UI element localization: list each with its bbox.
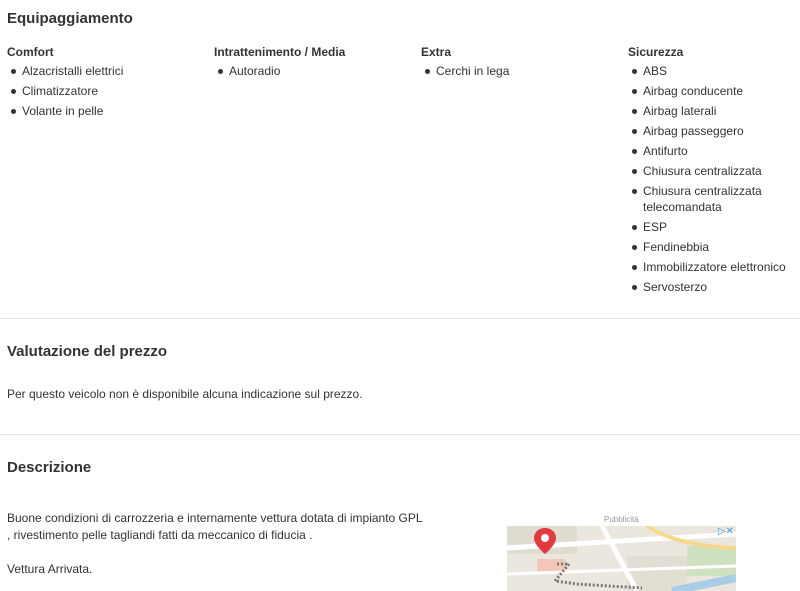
list-item: Autoradio: [214, 63, 414, 79]
safety-column: Sicurezza ABS Airbag conducente Airbag l…: [628, 45, 796, 299]
map-image: [507, 526, 736, 591]
price-text: Per questo veicolo non è disponibile alc…: [7, 387, 363, 401]
comfort-title: Comfort: [7, 45, 54, 59]
ad-label: Pubblicità: [604, 515, 639, 524]
equipment-title: Equipaggiamento: [7, 10, 133, 27]
media-column: Intrattenimento / Media Autoradio: [214, 45, 414, 83]
list-item: Alzacristalli elettrici: [7, 63, 207, 79]
description-title: Descrizione: [7, 459, 92, 476]
section-divider: [0, 434, 800, 435]
list-item: Climatizzatore: [7, 83, 207, 99]
list-item: Volante in pelle: [7, 103, 207, 119]
comfort-column: Comfort Alzacristalli elettrici Climatiz…: [7, 45, 207, 123]
list-item: Servosterzo: [628, 279, 796, 295]
ad-banner[interactable]: ▷✕: [507, 526, 736, 591]
description-line-1: Buone condizioni di carrozzeria e intern…: [7, 511, 423, 525]
safety-title: Sicurezza: [628, 45, 684, 59]
list-item: ABS: [628, 63, 796, 79]
list-item: Chiusura centralizzata telecomandata: [628, 183, 778, 215]
list-item: Chiusura centralizzata: [628, 163, 796, 179]
list-item: ESP: [628, 219, 796, 235]
list-item: Airbag laterali: [628, 103, 796, 119]
ad-choices-icon[interactable]: ▷✕: [718, 526, 734, 537]
list-item: Airbag passeggero: [628, 123, 796, 139]
description-line-3: Vettura Arrivata.: [7, 562, 93, 576]
section-divider: [0, 318, 800, 319]
price-title: Valutazione del prezzo: [7, 343, 168, 360]
list-item: Airbag conducente: [628, 83, 796, 99]
list-item: Cerchi in lega: [421, 63, 621, 79]
extra-title: Extra: [421, 45, 452, 59]
media-title: Intrattenimento / Media: [214, 45, 346, 59]
list-item: Fendinebbia: [628, 239, 796, 255]
description-line-2: , rivestimento pelle tagliandi fatti da …: [7, 528, 313, 542]
extra-column: Extra Cerchi in lega: [421, 45, 621, 83]
list-item: Immobilizzatore elettronico: [628, 259, 796, 275]
list-item: Antifurto: [628, 143, 796, 159]
